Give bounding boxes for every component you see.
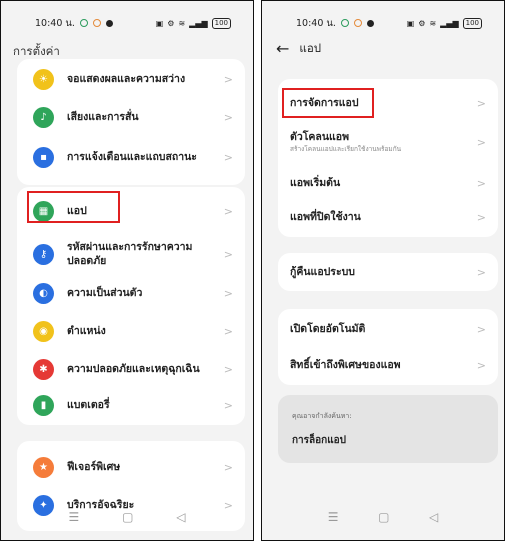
apps-settings-group: กู้คืนแอประบบ > (278, 253, 498, 291)
status-app-icon (79, 19, 88, 27)
apps-item-special-access[interactable]: สิทธิ์เข้าถึงพิเศษของแอพ > (278, 355, 498, 375)
chevron-right-icon: > (223, 204, 233, 218)
chevron-right-icon: > (223, 72, 233, 86)
apps-screen: 10:40 น. ▣ ⚙ ≋ ▂▄▆ 100 ← แอป การจัดการแอ… (261, 0, 505, 541)
apps-settings-group: เปิดโดยอัตโนมัติ > สิทธิ์เข้าถึงพิเศษของ… (278, 309, 498, 385)
chevron-right-icon: > (223, 324, 233, 338)
chevron-right-icon: > (476, 135, 486, 149)
chevron-right-icon: > (223, 150, 233, 164)
status-app-icon (353, 19, 362, 27)
settings-icon: ⚙ (167, 18, 175, 28)
app-clone-label: ตัวโคลนแอพ (290, 131, 349, 143)
chevron-right-icon: > (223, 460, 233, 474)
apps-item-app-clone[interactable]: ตัวโคลนแอพ สร้างโคลนแอปและเรียกใช้งานพร้… (278, 125, 498, 159)
status-time: 10:40 น. (296, 17, 336, 29)
menu-icon[interactable]: ☰ (68, 510, 79, 526)
page-title: แอป (299, 40, 322, 55)
status-bar: 10:40 น. ▣ ⚙ ≋ ▂▄▆ 100 (1, 15, 253, 31)
settings-item-special-features[interactable]: ★ ฟีเจอร์พิเศษ > (17, 456, 245, 478)
back-icon[interactable]: ◁ (429, 510, 438, 526)
settings-group: ☀ จอแสดงผลและความสว่าง > ♪ เสียงและการสั… (17, 59, 245, 185)
back-arrow-icon[interactable]: ← (276, 39, 289, 58)
suggestion-heading: คุณอาจกำลังค้นหา: (292, 412, 352, 420)
battery-icon: 100 (211, 17, 231, 29)
chevron-right-icon: > (223, 110, 233, 124)
chevron-right-icon: > (223, 286, 233, 300)
status-bar: 10:40 น. ▣ ⚙ ≋ ▂▄▆ 100 (262, 15, 504, 31)
settings-item-battery[interactable]: ▮ แบตเตอรี่ > (17, 394, 245, 416)
suggestion-app-lock[interactable]: การล็อกแอป (292, 433, 346, 448)
navigation-bar: ☰ ▢ ◁ (262, 510, 504, 526)
nfc-icon: ▣ (155, 18, 164, 28)
home-icon[interactable]: ▢ (378, 510, 389, 526)
settings-item-location[interactable]: ◉ ตำแหน่ง > (17, 320, 245, 342)
location-icon: ◉ (33, 320, 54, 342)
chevron-right-icon: > (476, 265, 486, 279)
signal-icon: ▂▄▆ (189, 18, 208, 28)
apps-item-restore-system-apps[interactable]: กู้คืนแอประบบ > (278, 262, 498, 282)
chevron-right-icon: > (476, 210, 486, 224)
status-time: 10:40 น. (35, 17, 75, 29)
status-chat-icon (105, 19, 113, 27)
settings-icon: ⚙ (418, 18, 426, 28)
chevron-right-icon: > (476, 96, 486, 110)
settings-item-sound[interactable]: ♪ เสียงและการสั่น > (17, 106, 245, 128)
battery-icon: ▮ (33, 394, 54, 416)
apps-item-auto-launch[interactable]: เปิดโดยอัตโนมัติ > (278, 319, 498, 339)
home-icon[interactable]: ▢ (122, 510, 133, 526)
settings-item-notifications[interactable]: ▪ การแจ้งเตือนและแถบสถานะ > (17, 146, 245, 168)
chevron-right-icon: > (223, 247, 233, 261)
signal-icon: ▂▄▆ (440, 18, 459, 28)
header: ← แอป (276, 39, 321, 58)
settings-item-display[interactable]: ☀ จอแสดงผลและความสว่าง > (17, 68, 245, 90)
apps-item-disabled-apps[interactable]: แอพที่ปิดใช้งาน > (278, 207, 498, 227)
notification-icon: ▪ (33, 146, 54, 168)
highlight-box (282, 88, 374, 118)
emergency-icon: ✱ (33, 358, 54, 380)
status-app-icon (340, 19, 349, 27)
chevron-right-icon: > (476, 176, 486, 190)
back-icon[interactable]: ◁ (176, 510, 185, 526)
app-clone-subtitle: สร้างโคลนแอปและเรียกใช้งานพร้อมกัน (290, 145, 402, 153)
settings-item-passwords-security[interactable]: ⚷ รหัสผ่านและการรักษาความปลอดภัย > (17, 237, 245, 271)
battery-icon: 100 (462, 17, 482, 29)
menu-icon[interactable]: ☰ (328, 510, 339, 526)
privacy-icon: ◐ (33, 282, 54, 304)
chevron-right-icon: > (476, 322, 486, 336)
navigation-bar: ☰ ▢ ◁ (1, 510, 253, 526)
wifi-icon: ≋ (429, 18, 437, 28)
status-app-icon (92, 19, 101, 27)
wifi-icon: ≋ (178, 18, 186, 28)
settings-screen: 10:40 น. ▣ ⚙ ≋ ▂▄▆ 100 การตั้งค่า ☀ จอแส… (0, 0, 254, 541)
highlight-box (27, 191, 120, 223)
settings-item-privacy[interactable]: ◐ ความเป็นส่วนตัว > (17, 282, 245, 304)
chevron-right-icon: > (476, 358, 486, 372)
status-chat-icon (366, 19, 374, 27)
star-icon: ★ (33, 456, 54, 478)
key-icon: ⚷ (33, 243, 54, 265)
apps-item-default-apps[interactable]: แอพเริ่มต้น > (278, 173, 498, 193)
chevron-right-icon: > (223, 362, 233, 376)
settings-item-safety-emergency[interactable]: ✱ ความปลอดภัยและเหตุฉุกเฉิน > (17, 358, 245, 380)
sun-icon: ☀ (33, 68, 54, 90)
chevron-right-icon: > (223, 398, 233, 412)
search-suggestion-card: คุณอาจกำลังค้นหา: การล็อกแอป (278, 395, 498, 463)
bell-icon: ♪ (33, 106, 54, 128)
nfc-icon: ▣ (406, 18, 415, 28)
